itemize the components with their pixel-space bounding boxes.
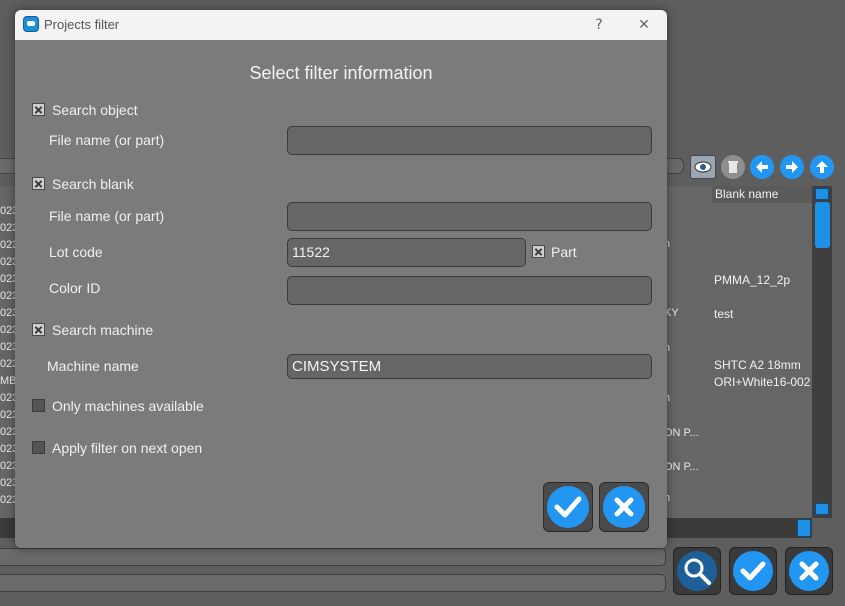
blank-name-cell: SHTC A2 18mm (714, 358, 801, 372)
grid-cell: 023 (0, 307, 16, 319)
blank-name-cell: test (714, 307, 734, 321)
color-id-label: Color ID (49, 280, 101, 296)
machine-name-input[interactable]: CIMSYSTEM (287, 354, 652, 379)
grid-cell: 023 (0, 392, 16, 404)
blank-name-cell: ORI+White16-002 (714, 375, 811, 389)
grid-cell: 023 (0, 460, 16, 472)
checkmark-icon (733, 551, 773, 591)
grid-cell: MB (0, 375, 16, 387)
view-eye-icon[interactable] (690, 155, 716, 179)
search-machine-label: Search machine (52, 322, 154, 338)
bottom-field-2[interactable] (0, 574, 666, 592)
apply-filter-checkbox[interactable] (32, 441, 45, 454)
scroll-thumb[interactable] (815, 202, 830, 248)
confirm-button[interactable] (729, 547, 777, 595)
grid-cell: 023 (0, 205, 16, 217)
grid-cell: 023 (0, 358, 16, 370)
dialog-ok-button[interactable] (543, 482, 593, 532)
blank-name-cell: PMMA_12_2p (714, 273, 791, 287)
scroll-up-button[interactable] (815, 188, 829, 200)
grid-cell: 023 (0, 341, 16, 353)
search-machine-checkbox[interactable] (32, 323, 45, 336)
grid-cell: 023 (0, 290, 16, 302)
only-machines-available-checkbox[interactable] (32, 399, 45, 412)
grid-cell: ON P... (664, 427, 699, 439)
search-button[interactable] (673, 547, 721, 595)
object-file-name-label: File name (or part) (49, 132, 165, 148)
object-file-name-input[interactable] (287, 126, 652, 155)
scroll-down-button[interactable] (815, 503, 829, 515)
color-id-input[interactable] (287, 276, 652, 305)
search-blank-label: Search blank (52, 176, 134, 192)
grid-cell: 023 (0, 443, 16, 455)
scroll-right-button[interactable] (797, 519, 811, 537)
blank-file-name-input[interactable] (287, 202, 652, 231)
dialog-cancel-button[interactable] (599, 482, 649, 532)
grid-cell: 023 (0, 426, 16, 438)
close-icon (603, 486, 645, 528)
grid-cell: ON P... (664, 461, 699, 473)
grid-cell: 023 (0, 273, 16, 285)
close-dialog-button[interactable]: ✕ (632, 14, 656, 36)
search-object-checkbox[interactable] (32, 103, 45, 116)
grid-cell: 023 (0, 256, 16, 268)
dialog-titlebar[interactable]: Projects filter ? ✕ (15, 10, 667, 40)
search-icon (677, 551, 717, 591)
cancel-button[interactable] (785, 547, 833, 595)
grid-cell: 023 (0, 324, 16, 336)
search-blank-checkbox[interactable] (32, 177, 45, 190)
column-header-blank-name[interactable]: Blank name (712, 186, 812, 203)
checkmark-icon (547, 486, 589, 528)
lot-code-label: Lot code (49, 244, 103, 260)
arrow-left-icon[interactable] (750, 155, 774, 179)
bottom-field-1[interactable] (0, 548, 666, 566)
grid-cell: 023 (0, 222, 16, 234)
only-machines-available-label: Only machines available (52, 398, 204, 414)
machine-name-label: Machine name (47, 358, 139, 374)
lot-code-input[interactable]: 11522 (287, 238, 526, 267)
close-icon (789, 551, 829, 591)
dialog-heading: Select filter information (249, 63, 433, 83)
dialog-title: Projects filter (44, 17, 120, 32)
search-object-label: Search object (52, 102, 138, 118)
projects-filter-dialog: Projects filter ? ✕ Select filter inform… (15, 10, 667, 548)
grid-cell: 023 (0, 494, 16, 506)
part-label: Part (551, 244, 577, 260)
trash-icon[interactable] (721, 155, 745, 179)
grid-vertical-scrollbar[interactable] (812, 186, 832, 518)
app-logo-icon (23, 16, 39, 32)
grid-cell: 023 (0, 477, 16, 489)
grid-cell: 023 (0, 239, 16, 251)
help-button[interactable]: ? (587, 14, 611, 36)
arrow-right-icon[interactable] (780, 155, 804, 179)
part-checkbox[interactable] (532, 245, 545, 258)
blank-file-name-label: File name (or part) (49, 208, 165, 224)
apply-filter-label: Apply filter on next open (52, 440, 203, 456)
grid-cell: 023 (0, 409, 16, 421)
arrow-up-icon[interactable] (810, 155, 834, 179)
